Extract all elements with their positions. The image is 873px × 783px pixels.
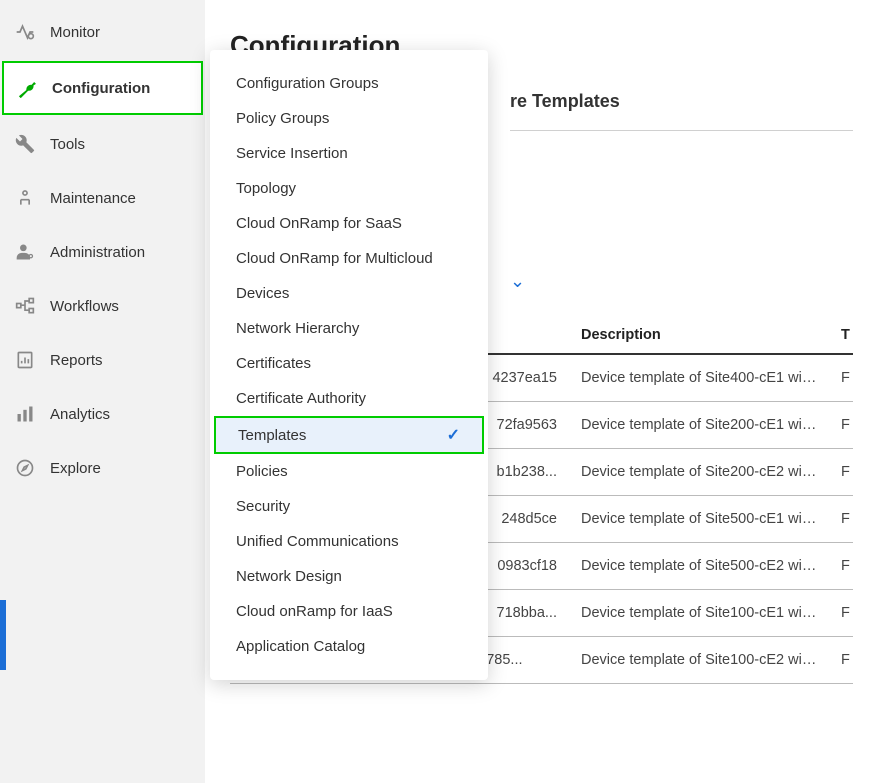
sidebar-item-administration[interactable]: Administration — [0, 225, 205, 279]
workflows-icon — [14, 295, 36, 317]
monitor-icon — [14, 21, 36, 43]
sidebar-item-label: Administration — [50, 244, 145, 261]
sidebar-item-label: Maintenance — [50, 190, 136, 207]
dropdown-item-label: Cloud OnRamp for Multicloud — [236, 250, 433, 267]
sidebar-item-label: Explore — [50, 460, 101, 477]
sidebar-item-workflows[interactable]: Workflows — [0, 279, 205, 333]
cell-last: F — [829, 543, 853, 590]
cell-desc: Device template of Site100-cE2 wit... — [569, 637, 829, 684]
dropdown-item-cloud-onramp-multicloud[interactable]: Cloud OnRamp for Multicloud — [210, 241, 488, 276]
dropdown-item-label: Security — [236, 498, 290, 515]
cell-last: F — [829, 637, 853, 684]
dropdown-item-templates[interactable]: Templates ✓ — [214, 416, 484, 454]
sidebar-item-label: Workflows — [50, 298, 119, 315]
sidebar-item-label: Monitor — [50, 24, 100, 41]
table-header-description[interactable]: Description — [569, 317, 829, 354]
dropdown-item-label: Certificate Authority — [236, 390, 366, 407]
dropdown-item-label: Topology — [236, 180, 296, 197]
dropdown-item-cloud-onramp-iaas[interactable]: Cloud onRamp for IaaS — [210, 594, 488, 629]
dropdown-item-topology[interactable]: Topology — [210, 171, 488, 206]
dropdown-item-certificates[interactable]: Certificates — [210, 346, 488, 381]
dropdown-item-label: Cloud OnRamp for SaaS — [236, 215, 402, 232]
dropdown-item-label: Policy Groups — [236, 110, 329, 127]
dropdown-item-label: Network Design — [236, 568, 342, 585]
sidebar-item-label: Configuration — [52, 80, 150, 97]
dropdown-item-policy-groups[interactable]: Policy Groups — [210, 101, 488, 136]
sidebar-item-tools[interactable]: Tools — [0, 117, 205, 171]
cell-desc: Device template of Site200-cE1 wit... — [569, 402, 829, 449]
sidebar-item-monitor[interactable]: Monitor — [0, 5, 205, 59]
analytics-icon — [14, 403, 36, 425]
dropdown-item-network-hierarchy[interactable]: Network Hierarchy — [210, 311, 488, 346]
dropdown-item-label: Service Insertion — [236, 145, 348, 162]
table-header-last[interactable]: T — [829, 317, 853, 354]
check-icon: ✓ — [447, 425, 460, 445]
sidebar-item-configuration[interactable]: Configuration — [2, 61, 203, 115]
tools-icon — [14, 133, 36, 155]
reports-icon — [14, 349, 36, 371]
explore-icon — [14, 457, 36, 479]
left-accent-bar — [0, 600, 6, 670]
dropdown-item-service-insertion[interactable]: Service Insertion — [210, 136, 488, 171]
administration-icon — [14, 241, 36, 263]
cell-desc: Device template of Site500-cE2 wit... — [569, 543, 829, 590]
dropdown-item-policies[interactable]: Policies — [210, 454, 488, 489]
sidebar-item-reports[interactable]: Reports — [0, 333, 205, 387]
sidebar-item-label: Tools — [50, 136, 85, 153]
wrench-icon — [16, 77, 38, 99]
sidebar-item-explore[interactable]: Explore — [0, 441, 205, 495]
sidebar-item-label: Reports — [50, 352, 103, 369]
cell-last: F — [829, 590, 853, 637]
sidebar-item-analytics[interactable]: Analytics — [0, 387, 205, 441]
dropdown-item-label: Certificates — [236, 355, 311, 372]
dropdown-item-cloud-onramp-saas[interactable]: Cloud OnRamp for SaaS — [210, 206, 488, 241]
dropdown-item-label: Policies — [236, 463, 288, 480]
dropdown-item-label: Templates — [238, 427, 306, 444]
dropdown-item-label: Cloud onRamp for IaaS — [236, 603, 393, 620]
dropdown-item-devices[interactable]: Devices — [210, 276, 488, 311]
cell-desc: Device template of Site500-cE1 wit... — [569, 496, 829, 543]
cell-desc: Device template of Site400-cE1 wit... — [569, 354, 829, 402]
configuration-dropdown-menu: Configuration Groups Policy Groups Servi… — [210, 50, 488, 680]
maintenance-icon — [14, 187, 36, 209]
cell-last: F — [829, 449, 853, 496]
cell-last: F — [829, 496, 853, 543]
dropdown-item-label: Application Catalog — [236, 638, 365, 655]
dropdown-item-label: Configuration Groups — [236, 75, 379, 92]
cell-last: F — [829, 354, 853, 402]
dropdown-item-label: Devices — [236, 285, 289, 302]
cell-desc: Device template of Site100-cE1 wit... — [569, 590, 829, 637]
dropdown-item-certificate-authority[interactable]: Certificate Authority — [210, 381, 488, 416]
dropdown-item-label: Unified Communications — [236, 533, 399, 550]
sidebar-item-maintenance[interactable]: Maintenance — [0, 171, 205, 225]
section-divider — [510, 130, 853, 131]
cell-last: F — [829, 402, 853, 449]
sidebar-item-label: Analytics — [50, 406, 110, 423]
dropdown-item-unified-communications[interactable]: Unified Communications — [210, 524, 488, 559]
chevron-down-icon[interactable]: ⌄ — [510, 271, 853, 292]
dropdown-item-security[interactable]: Security — [210, 489, 488, 524]
dropdown-item-application-catalog[interactable]: Application Catalog — [210, 629, 488, 664]
sidebar: Monitor Configuration Tools Maintenance … — [0, 0, 205, 783]
dropdown-item-label: Network Hierarchy — [236, 320, 359, 337]
dropdown-item-configuration-groups[interactable]: Configuration Groups — [210, 66, 488, 101]
dropdown-item-network-design[interactable]: Network Design — [210, 559, 488, 594]
cell-desc: Device template of Site200-cE2 wit... — [569, 449, 829, 496]
